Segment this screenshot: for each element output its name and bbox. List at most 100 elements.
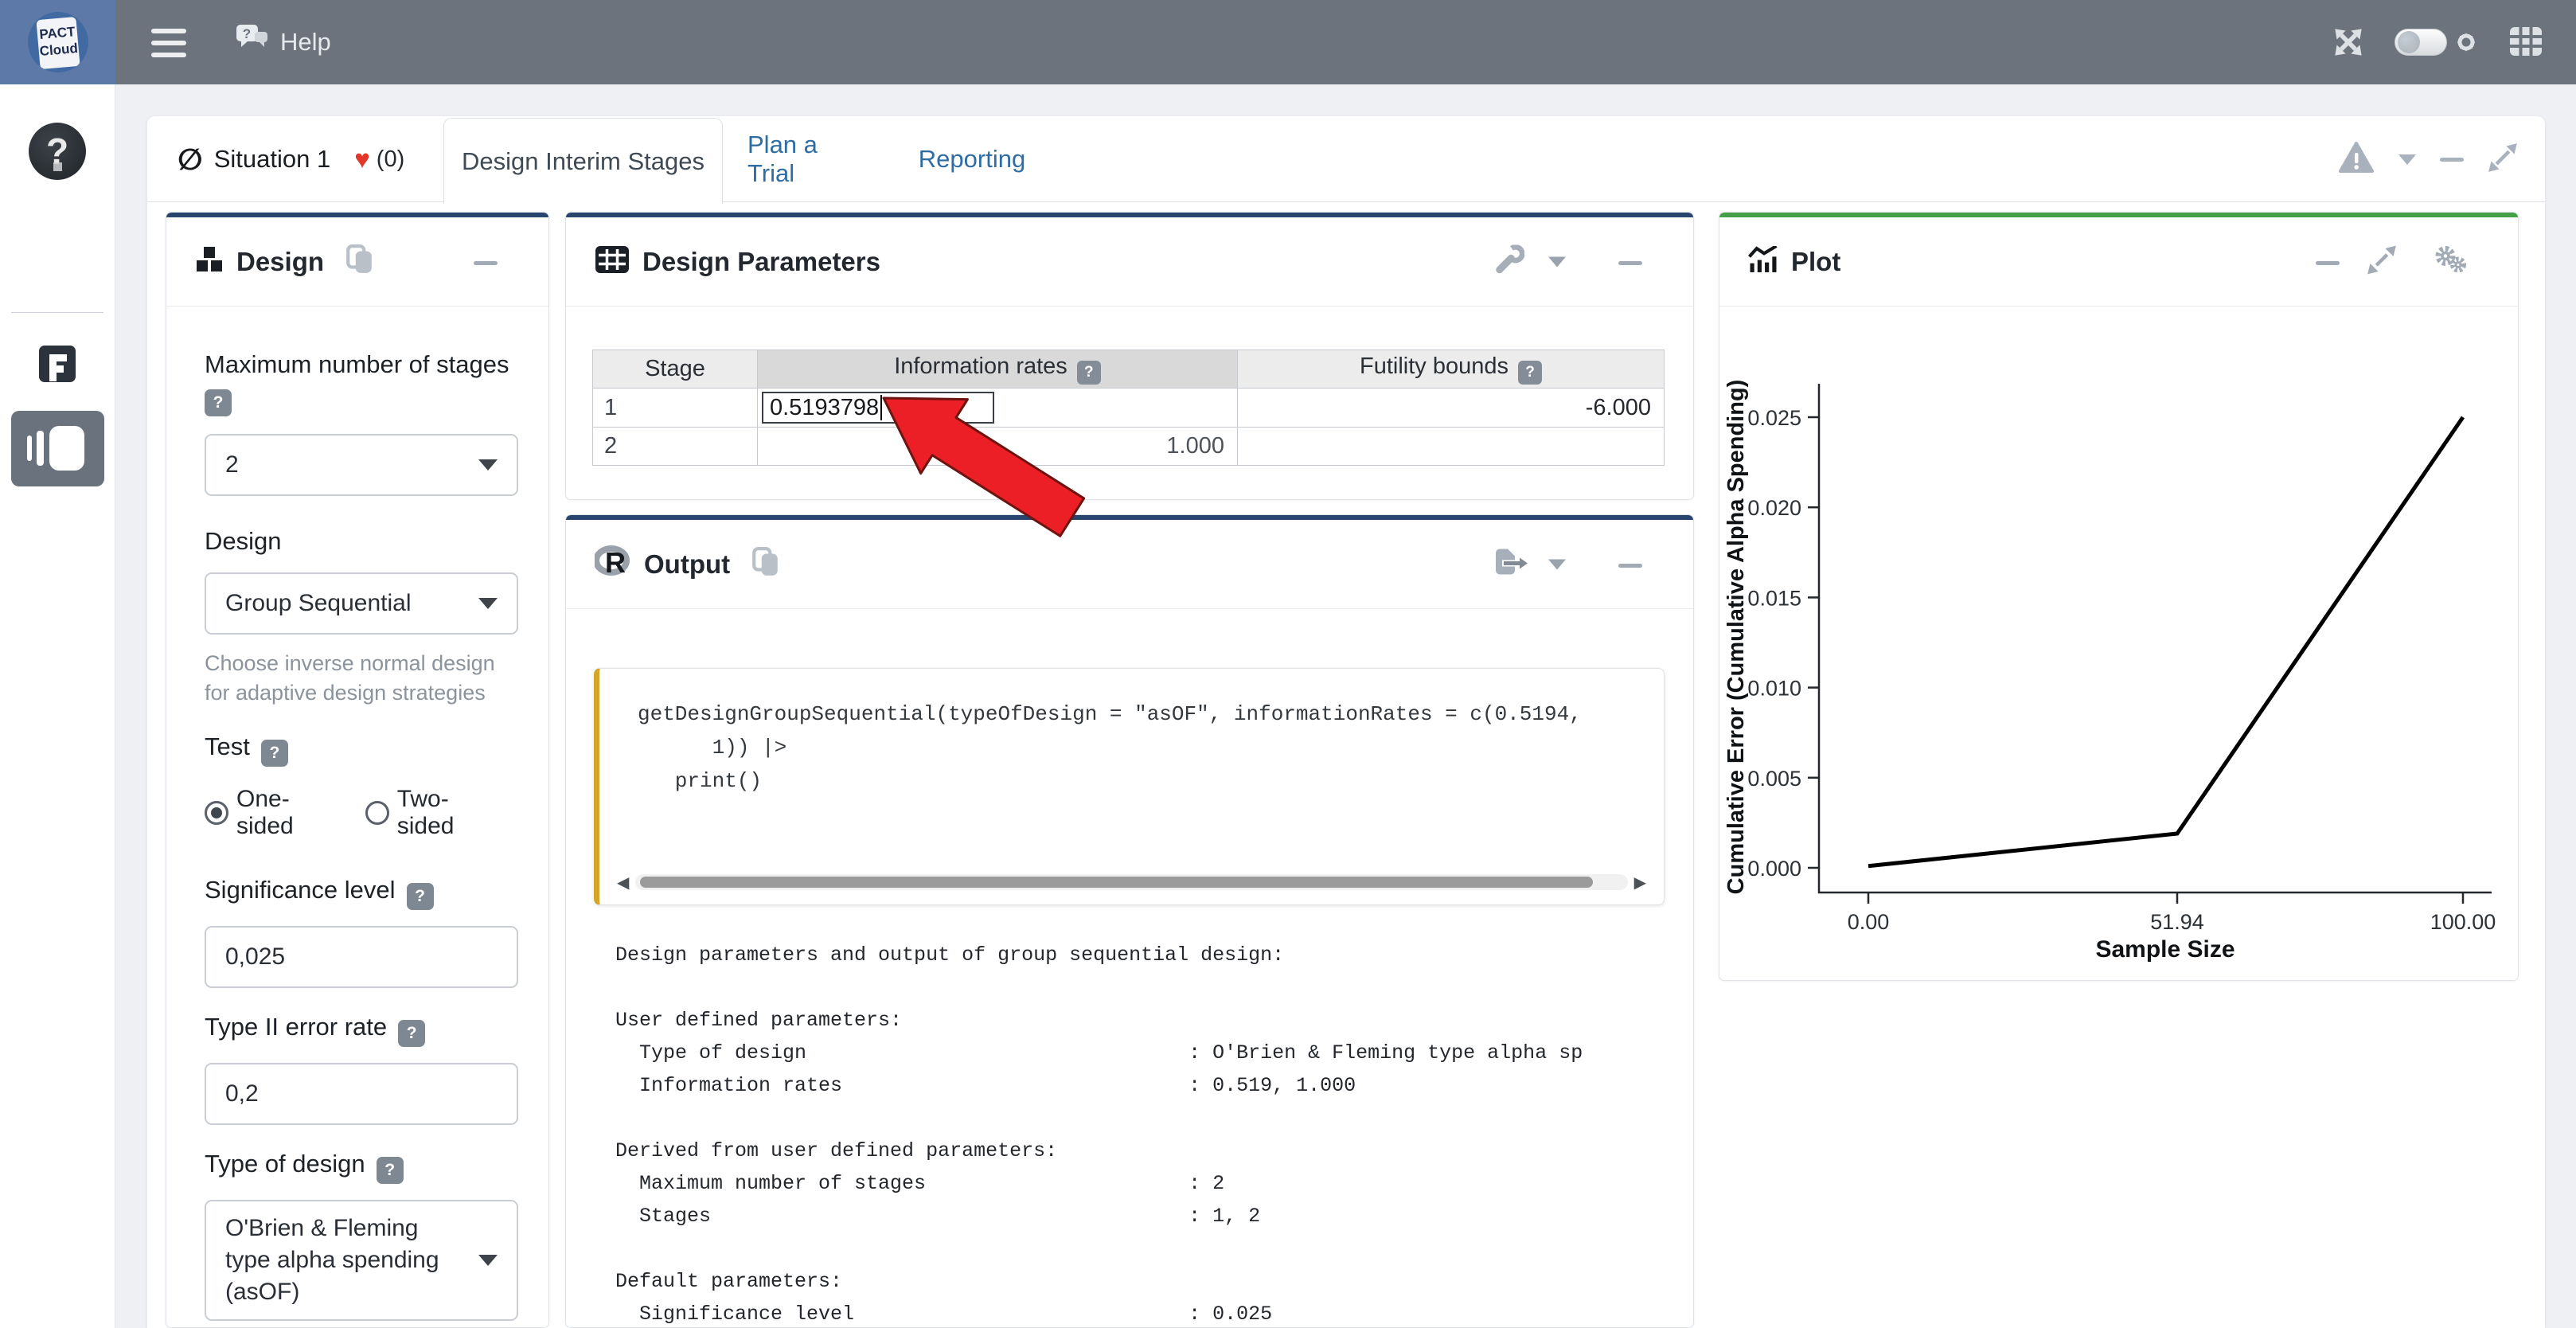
two-sided-label: Two-sided [397, 786, 490, 840]
svg-text:0.015: 0.015 [1747, 586, 1801, 610]
export-dropdown-caret[interactable] [1548, 559, 1566, 569]
design-parameters-header: Design Parameters [566, 217, 1693, 307]
chevron-down-icon [478, 598, 498, 609]
tab-design-interim-stages[interactable]: Design Interim Stages [443, 118, 723, 204]
chart-icon [1748, 246, 1778, 277]
help-button[interactable]: ? Help [236, 22, 331, 62]
export-icon[interactable] [1494, 547, 1529, 581]
type2-help-icon[interactable]: ? [398, 1020, 425, 1047]
inline-edit-input[interactable]: 0.5193798 [762, 392, 994, 424]
svg-text:100.00: 100.00 [2430, 910, 2496, 934]
futility-bound-cell[interactable]: -6.000 [1238, 389, 1665, 428]
favorites-count: (0) [377, 146, 404, 173]
design-collapse-button[interactable] [474, 255, 498, 269]
edit-value: 0.5193798 [770, 395, 879, 421]
fullscreen-arrows-icon[interactable] [2332, 26, 2364, 62]
tab-plan-a-trial[interactable]: Plan a Trial [747, 116, 867, 202]
tab-reporting[interactable]: Reporting [923, 116, 1021, 202]
output-title: Output [644, 549, 730, 580]
tab-situation[interactable]: ∅ Situation 1 ♥ (0) [178, 116, 404, 202]
output-collapse-button[interactable] [1618, 557, 1642, 572]
output-panel: R Output getDesignGroupSequential(typeOf… [565, 514, 1694, 1328]
type-of-design-help-icon[interactable]: ? [377, 1157, 404, 1184]
design-panel: Design Maximum number of stages ? 2 Desi… [166, 212, 549, 1328]
design-label: Design [205, 526, 517, 557]
test-label-text: Test [205, 732, 250, 760]
warning-dropdown-caret[interactable] [2398, 154, 2416, 165]
significance-help-icon[interactable]: ? [407, 883, 434, 910]
radio-two-sided[interactable] [365, 801, 389, 825]
svg-text:0.025: 0.025 [1747, 406, 1801, 430]
design-select[interactable]: Group Sequential [205, 572, 518, 635]
menu-hamburger-icon[interactable] [151, 29, 186, 57]
information-rate-cell[interactable]: 1.000 [758, 428, 1238, 466]
plot-collapse-button[interactable] [2316, 255, 2340, 269]
max-stages-label: Maximum number of stages [205, 350, 517, 380]
max-stages-select[interactable]: 2 [205, 434, 518, 496]
scrollbar-track[interactable] [635, 874, 1627, 890]
table-header-row: Stage Information rates? Futility bounds… [593, 350, 1665, 389]
svg-text:51.94: 51.94 [2150, 910, 2204, 934]
type-of-design-select[interactable]: O'Brien & Fleming type alpha spending (a… [205, 1200, 518, 1321]
test-help-icon[interactable]: ? [261, 740, 288, 767]
sun-icon[interactable] [2450, 26, 2482, 62]
collapse-all-button[interactable] [2440, 158, 2464, 162]
logo-paper-icon: PACT Cloud [36, 17, 80, 69]
table-row: 1 0.5193798 -6.000 [593, 389, 1665, 428]
design-parameters-collapse-button[interactable] [1618, 255, 1642, 269]
warning-icon[interactable] [2338, 141, 2375, 178]
expand-all-icon[interactable] [2488, 143, 2518, 177]
type2-label: Type II error rate? [205, 1012, 517, 1047]
wrench-icon[interactable] [1494, 244, 1524, 279]
logo-circle-icon: PACT Cloud [28, 12, 88, 72]
scroll-left-icon[interactable]: ◀ [617, 873, 629, 892]
svg-text:0.000: 0.000 [1747, 857, 1801, 881]
test-radio-group: One-sided Two-sided [205, 786, 517, 840]
information-rates-help-icon[interactable]: ? [1077, 361, 1101, 385]
radio-one-sided[interactable] [205, 801, 228, 825]
copy-icon[interactable] [346, 244, 373, 279]
type2-input[interactable] [205, 1063, 518, 1125]
scroll-right-icon[interactable]: ▶ [1634, 873, 1646, 892]
design-helper-text: Choose inverse normal design for adaptiv… [205, 649, 523, 708]
heart-icon[interactable]: ♥ [354, 144, 370, 174]
futility-bounds-help-icon[interactable]: ? [1518, 361, 1542, 385]
type-of-design-value: O'Brien & Fleming type alpha spending (a… [225, 1213, 464, 1308]
significance-label-text: Significance level [205, 876, 396, 904]
significance-label: Significance level? [205, 875, 517, 910]
copy-icon[interactable] [752, 547, 779, 581]
sidebar-divider [11, 312, 103, 313]
r-logo-icon: R [595, 545, 631, 583]
design-panel-header: Design [166, 217, 548, 307]
significance-input[interactable] [205, 926, 518, 988]
r-code-box: getDesignGroupSequential(typeOfDesign = … [594, 668, 1665, 905]
r-code[interactable]: getDesignGroupSequential(typeOfDesign = … [638, 697, 1582, 798]
scrollbar-thumb[interactable] [640, 877, 1592, 888]
plot-settings-gears-icon[interactable] [2434, 244, 2469, 279]
theme-toggle-switch[interactable] [2395, 29, 2447, 56]
output-header: R Output [566, 520, 1693, 609]
app-logo[interactable]: PACT Cloud [0, 0, 115, 84]
question-badge-icon[interactable]: ? [29, 123, 86, 180]
left-sidebar: ? [0, 84, 115, 1328]
information-rate-cell-editing[interactable]: 0.5193798 [758, 389, 1238, 428]
apps-grid-icon[interactable] [2509, 26, 2543, 61]
plot-expand-icon[interactable] [2367, 244, 2397, 279]
max-stages-help-icon[interactable]: ? [205, 389, 232, 416]
information-rates-header[interactable]: Information rates? [758, 350, 1238, 389]
design-parameters-table: Stage Information rates? Futility bounds… [592, 350, 1665, 466]
design-parameters-panel: Design Parameters Stage Information rate… [565, 212, 1694, 500]
wrench-dropdown-caret[interactable] [1548, 256, 1566, 267]
plot-title: Plot [1791, 247, 1840, 277]
flag-icon[interactable] [39, 346, 76, 382]
type2-label-text: Type II error rate [205, 1013, 387, 1041]
situation-label: Situation 1 [214, 145, 331, 174]
stage-header[interactable]: Stage [593, 350, 758, 389]
futility-bound-cell[interactable] [1238, 428, 1665, 466]
svg-text:?: ? [243, 26, 251, 41]
top-bar: PACT Cloud ? Help [0, 0, 2576, 84]
sidebar-collapse-button[interactable] [11, 411, 104, 486]
toggle-knob [2398, 31, 2420, 53]
futility-bounds-header[interactable]: Futility bounds? [1238, 350, 1665, 389]
tab-bar: ∅ Situation 1 ♥ (0) Design Interim Stage… [147, 116, 2545, 202]
